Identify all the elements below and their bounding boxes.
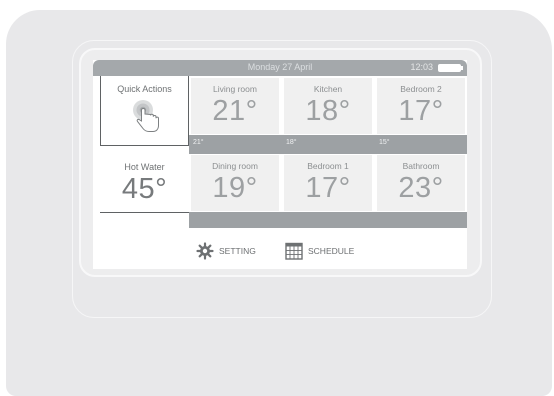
status-bar: Monday 27 April 12:03 bbox=[93, 60, 467, 76]
room-temp: 21° bbox=[212, 95, 258, 127]
room-tile-bedroom-1[interactable]: Bedroom 1 17° bbox=[284, 155, 372, 211]
room-tile-bathroom[interactable]: Bathroom 23° bbox=[377, 155, 465, 211]
room-tile-kitchen[interactable]: Kitchen 18° bbox=[284, 78, 372, 134]
schedule-button[interactable]: SCHEDULE bbox=[285, 242, 354, 260]
hot-water-panel[interactable]: Hot Water 45° bbox=[100, 146, 189, 213]
temperature-strip: 21° 18° 15° bbox=[189, 135, 467, 154]
room-name: Bathroom bbox=[402, 161, 440, 171]
room-tile-living-room[interactable]: Living room 21° bbox=[191, 78, 279, 134]
room-name: Bedroom 2 bbox=[400, 84, 442, 94]
room-temp: 19° bbox=[212, 172, 258, 204]
room-temp: 18° bbox=[305, 95, 351, 127]
gear-icon bbox=[196, 242, 214, 260]
room-tile-dining-room[interactable]: Dining room 19° bbox=[191, 155, 279, 211]
room-tile-bedroom-2[interactable]: Bedroom 2 17° bbox=[377, 78, 465, 134]
quick-actions-label: Quick Actions bbox=[117, 84, 172, 94]
mini-temp: 15° bbox=[379, 139, 390, 146]
quick-actions-button[interactable]: Quick Actions bbox=[100, 76, 189, 146]
mini-temp: 18° bbox=[286, 139, 297, 146]
room-temp: 23° bbox=[398, 172, 444, 204]
calendar-icon bbox=[285, 242, 303, 260]
setting-button[interactable]: SETTING bbox=[196, 242, 256, 260]
hot-water-label: Hot Water bbox=[124, 162, 165, 172]
room-temp: 17° bbox=[398, 95, 444, 127]
setting-label: SETTING bbox=[219, 246, 256, 256]
bottom-strip bbox=[189, 212, 467, 228]
room-temp: 17° bbox=[305, 172, 351, 204]
time-label: 12:03 bbox=[410, 62, 433, 72]
touch-hand-icon bbox=[133, 100, 159, 132]
schedule-label: SCHEDULE bbox=[308, 246, 355, 256]
room-name: Bedroom 1 bbox=[307, 161, 349, 171]
hot-water-temp: 45° bbox=[121, 173, 168, 205]
room-name: Living room bbox=[213, 84, 257, 94]
room-name: Kitchen bbox=[313, 84, 343, 94]
room-name: Dining room bbox=[212, 161, 258, 171]
touch-screen: Monday 27 April 12:03 Quick Actions Hot … bbox=[93, 60, 467, 269]
battery-icon bbox=[438, 64, 463, 72]
mini-temp: 21° bbox=[193, 139, 204, 146]
